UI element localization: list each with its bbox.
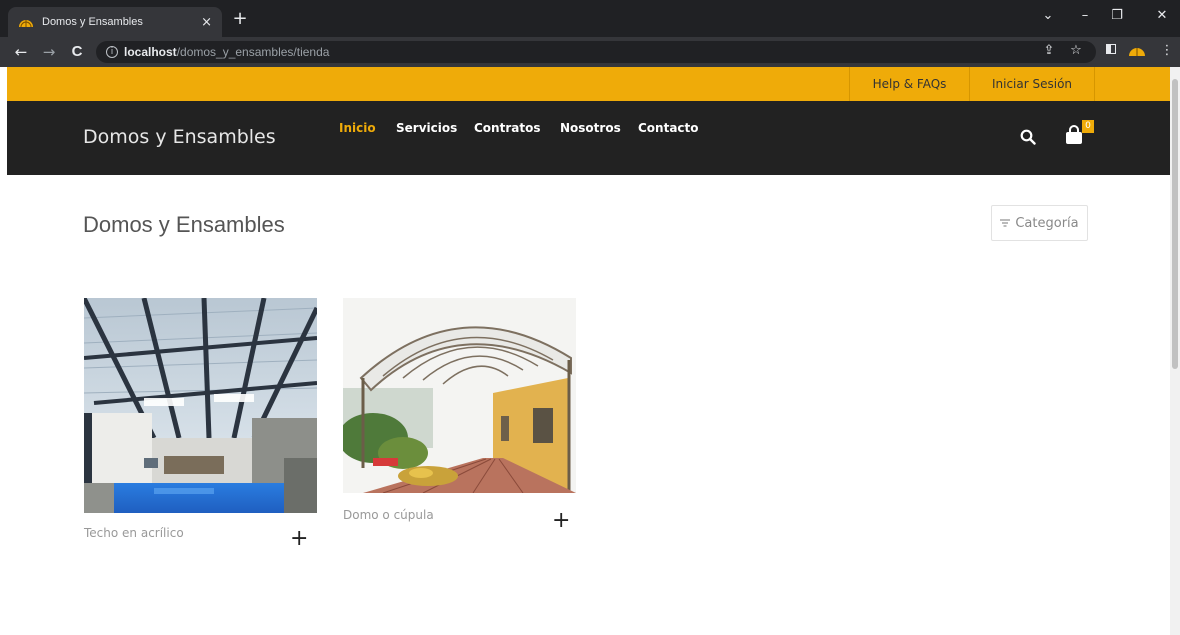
address-bar[interactable]: i localhost /domos_y_ensambles/tienda	[96, 41, 1096, 63]
forward-button[interactable]: →	[40, 43, 58, 61]
maximize-button[interactable]: ❐	[1107, 8, 1127, 23]
page-scrollbar[interactable]	[1170, 67, 1180, 635]
share-icon[interactable]: ⇪	[1040, 43, 1058, 58]
browser-tab-bar: Domos y Ensambles × + ⌄ – ❐ ✕	[0, 0, 1180, 37]
nav-contratos[interactable]: Contratos	[474, 121, 540, 135]
category-filter-button[interactable]: Categoría	[991, 205, 1088, 241]
add-to-cart-plus-icon[interactable]: +	[290, 528, 308, 550]
side-panel-icon[interactable]	[1102, 43, 1120, 59]
site-info-icon[interactable]: i	[106, 46, 118, 58]
browser-toolbar: ← → C i localhost /domos_y_ensambles/tie…	[0, 37, 1180, 67]
nav-contacto[interactable]: Contacto	[638, 121, 699, 135]
shopping-bag-icon[interactable]	[1064, 125, 1084, 145]
product-card[interactable]: Domo o cúpula +	[343, 298, 576, 538]
reload-button[interactable]: C	[68, 43, 86, 61]
tab-search-chevron-icon[interactable]: ⌄	[1038, 8, 1058, 23]
product-name[interactable]: Domo o cúpula	[343, 508, 434, 522]
site-header: Domos y Ensambles Inicio Servicios Contr…	[7, 101, 1170, 175]
page-title: Domos y Ensambles	[83, 212, 285, 237]
product-name[interactable]: Techo en acrílico	[84, 526, 184, 540]
dome-logo-icon	[19, 20, 33, 28]
url-path: /domos_y_ensambles/tienda	[176, 45, 330, 59]
top-bar: Help & FAQs Iniciar Sesión	[7, 67, 1170, 101]
help-faqs-link[interactable]: Help & FAQs	[849, 67, 969, 101]
site-logo-text[interactable]: Domos y Ensambles	[83, 126, 276, 148]
tab-close-icon[interactable]: ×	[201, 16, 212, 29]
product-image-techo[interactable]	[84, 298, 317, 513]
browser-tab[interactable]: Domos y Ensambles ×	[8, 7, 222, 37]
tab-title: Domos y Ensambles	[42, 16, 143, 28]
web-page: Help & FAQs Iniciar Sesión Domos y Ensam…	[7, 67, 1170, 635]
profile-avatar-icon[interactable]	[1128, 43, 1146, 61]
back-button[interactable]: ←	[12, 43, 30, 61]
nav-inicio[interactable]: Inicio	[339, 121, 376, 135]
login-link[interactable]: Iniciar Sesión	[969, 67, 1095, 101]
product-image-domo[interactable]	[343, 298, 576, 493]
search-icon[interactable]	[1020, 129, 1036, 145]
cart-count-badge: 0	[1082, 120, 1094, 133]
add-to-cart-plus-icon[interactable]: +	[552, 510, 570, 532]
product-card[interactable]: Techo en acrílico +	[84, 298, 317, 550]
minimize-button[interactable]: –	[1075, 8, 1095, 23]
new-tab-button[interactable]: +	[230, 9, 250, 29]
category-label: Categoría	[1015, 215, 1079, 231]
bookmark-star-icon[interactable]: ☆	[1067, 43, 1085, 58]
nav-nosotros[interactable]: Nosotros	[560, 121, 621, 135]
close-window-button[interactable]: ✕	[1152, 8, 1172, 23]
filter-icon	[1000, 216, 1011, 230]
browser-menu-icon[interactable]: ⋮	[1158, 43, 1176, 58]
url-host: localhost	[124, 45, 177, 59]
scrollbar-thumb[interactable]	[1172, 79, 1178, 369]
nav-servicios[interactable]: Servicios	[396, 121, 457, 135]
